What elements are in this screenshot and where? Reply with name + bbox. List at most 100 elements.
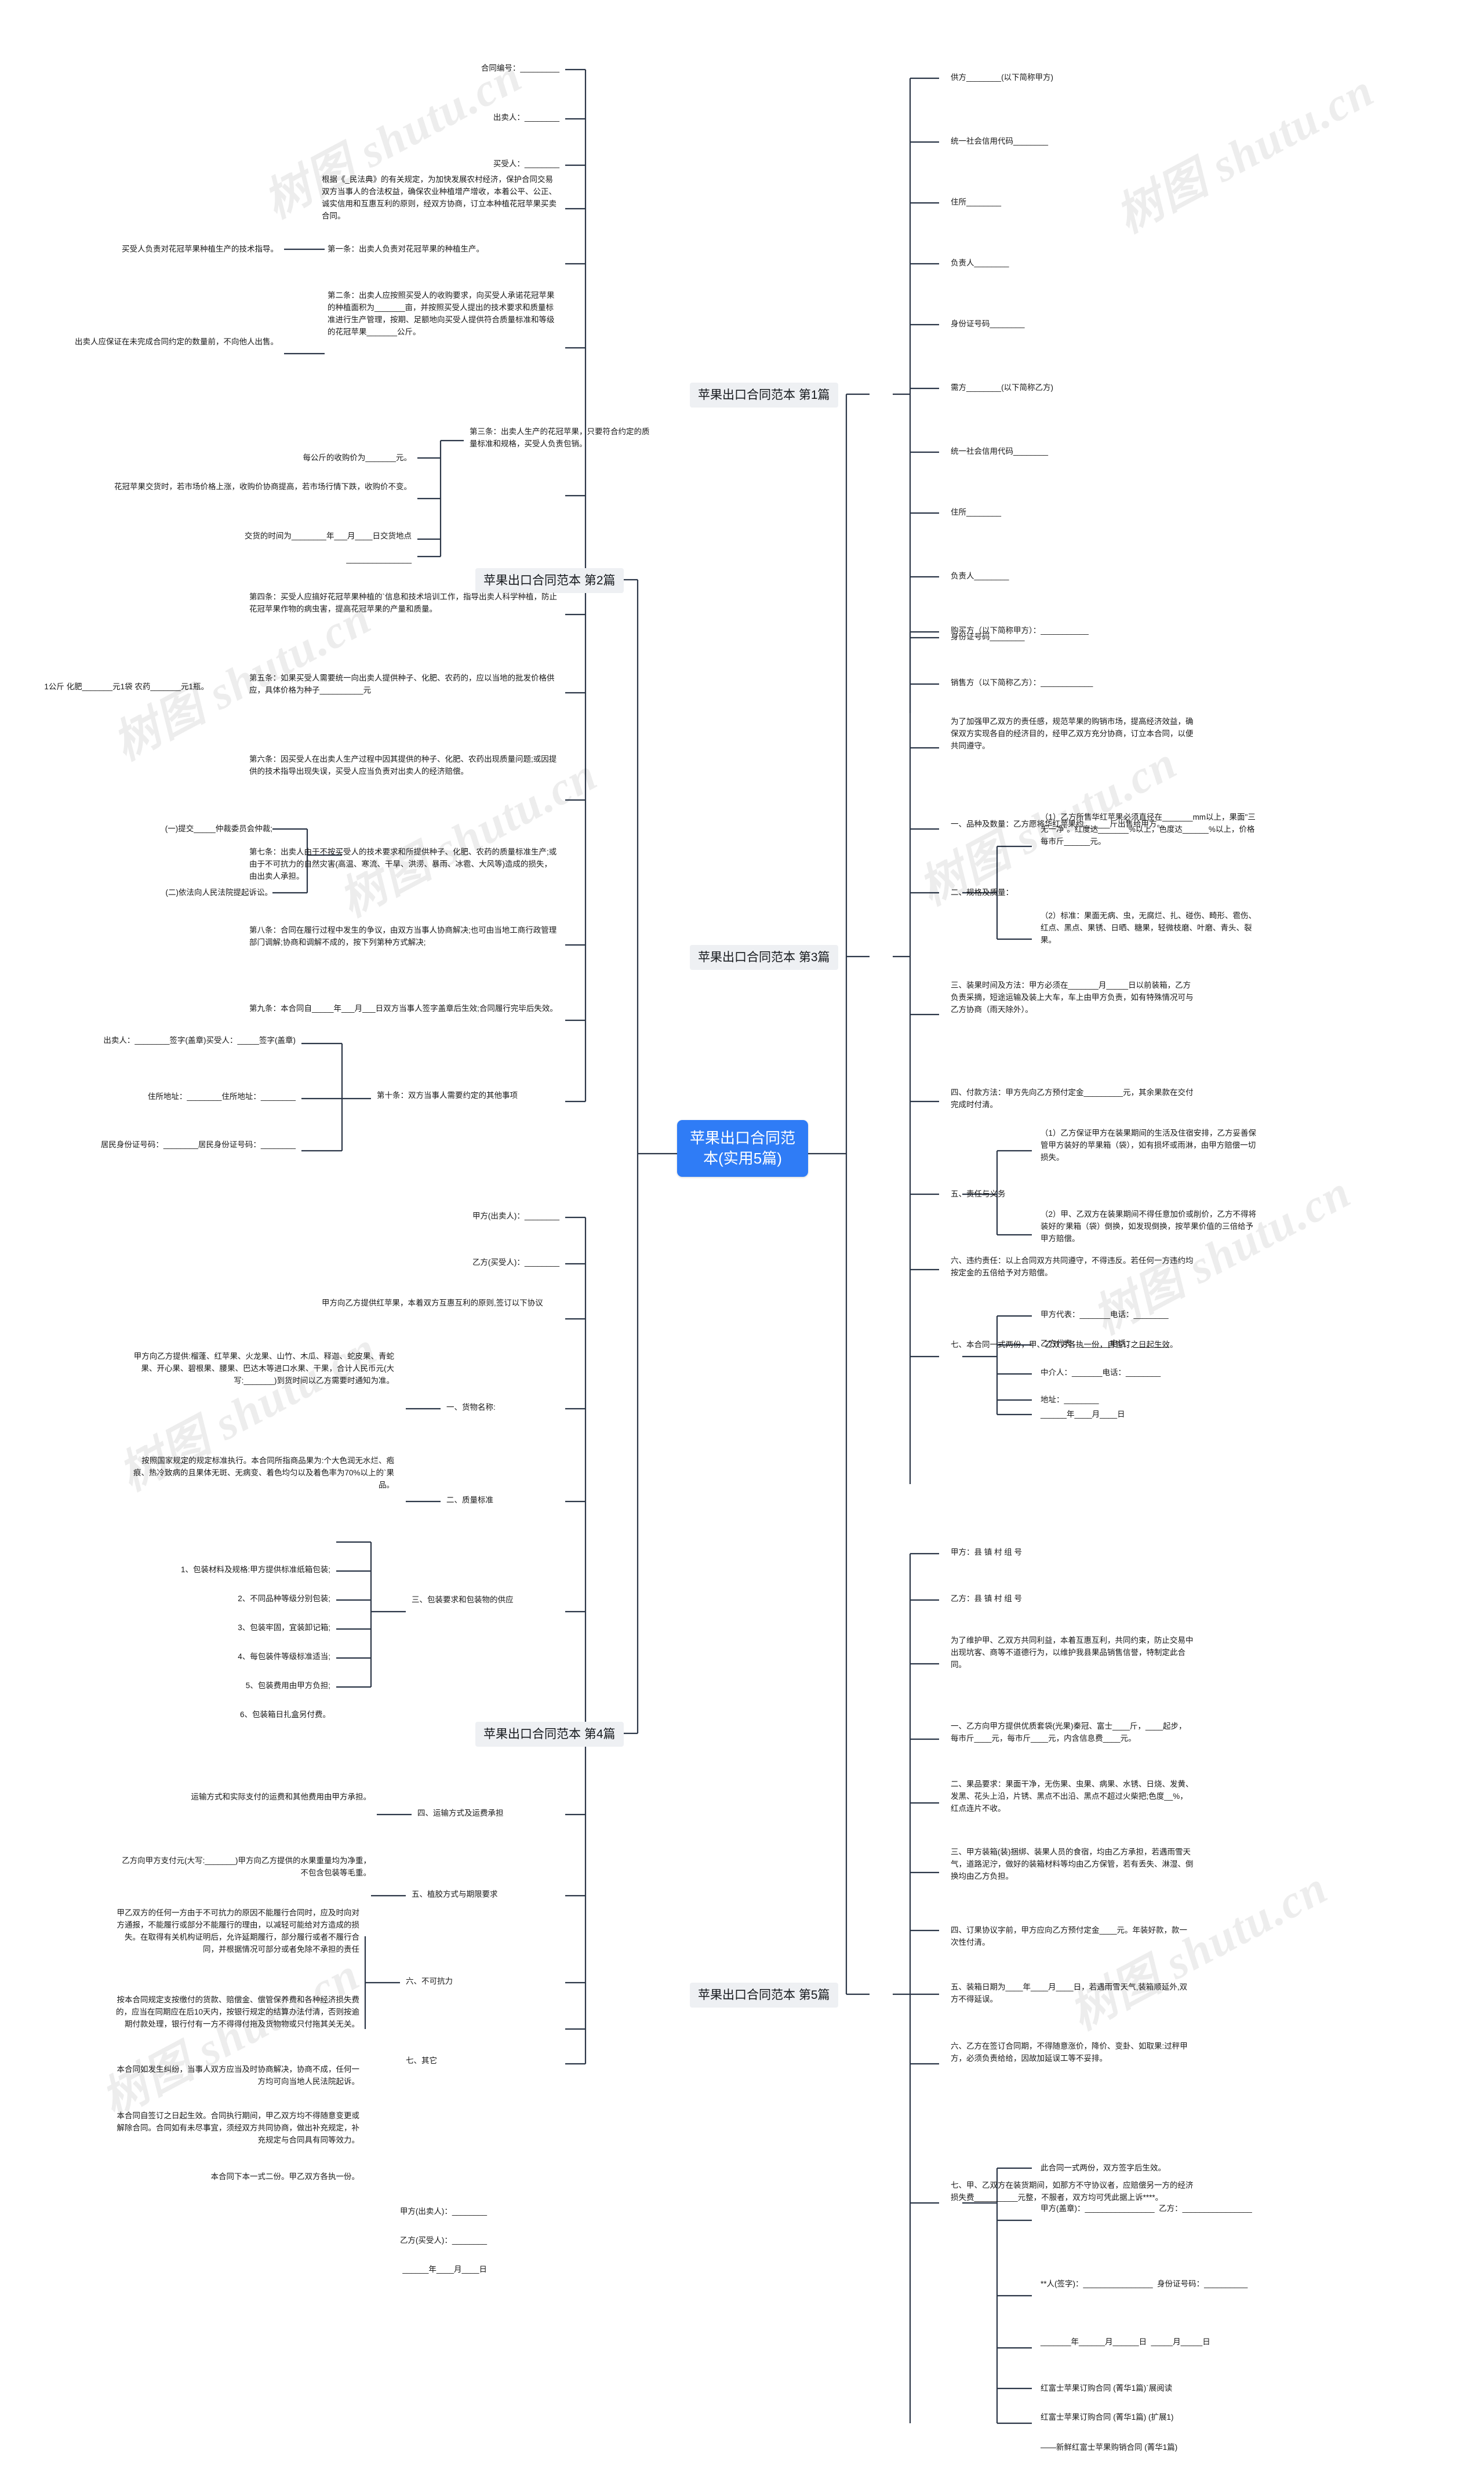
node-article-3-sub-3[interactable]: 交货的时间为________年___月____日交货地点: [32, 530, 412, 543]
node-p4-footer-a[interactable]: 甲方(出卖人)：________: [243, 2206, 487, 2218]
node-p5-preamble[interactable]: 为了维护甲、乙双方共同利益，本着互惠互利，共同约束，防止交易中出现坑客、商等不道…: [951, 1635, 1194, 1671]
node-p1-item-7[interactable]: 统一社会信用代码________: [951, 446, 1252, 458]
node-article-2-sub[interactable]: 出卖人应保证在未完成合同约定的数量前，不向他人出售。: [41, 336, 278, 348]
topic-piece-3[interactable]: 苹果出口合同范本 第3篇: [690, 945, 838, 970]
node-buyer-head[interactable]: 买受人：________: [322, 158, 559, 170]
node-p3-sec7-item-1[interactable]: 甲方代表：_______电话：________: [1041, 1309, 1261, 1321]
node-p3-sec3[interactable]: 三、装果时间及方法：甲方必须在_______月_____日以前装箱，乙方负责采摘…: [951, 980, 1194, 1016]
node-p1-item-2[interactable]: 统一社会信用代码________: [951, 136, 1252, 148]
node-p4-sec1-label[interactable]: 一、货物名称:: [446, 1402, 559, 1414]
node-p5-related-1[interactable]: 红富士苹果订购合同 (菁华1篇)`展阅读: [1041, 2383, 1284, 2395]
node-p4-party-b[interactable]: 乙方(买受人)：________: [322, 1257, 559, 1269]
node-p4-sec5-label[interactable]: 五、植胶方式与期限要求: [412, 1889, 559, 1901]
node-article-8-sub-2[interactable]: (二)依法向人民法院提起诉讼。: [81, 887, 273, 899]
node-article-8-sub-1[interactable]: (一)提交_____仲裁委员会仲裁;: [81, 823, 272, 835]
node-article-10-sub-2[interactable]: 住所地址：________住所地址：________: [64, 1091, 296, 1103]
node-p4-sec4-text[interactable]: 运输方式和实际支付的运费和其他费用由甲方承担。: [116, 1791, 372, 1804]
node-seller-head[interactable]: 出卖人：________: [322, 112, 559, 124]
node-p5-related-3[interactable]: ——新鲜红富士苹果购销合同 (菁华1篇): [1041, 2442, 1284, 2454]
node-article-8[interactable]: 第八条：合同在履行过程中发生的争议，由双方当事人协商解决;也可由当地工商行政管理…: [249, 925, 559, 949]
node-p4-sec3-item-6[interactable]: 6、包装箱日扎盒另付费。: [87, 1709, 330, 1721]
node-article-1-sub[interactable]: 买受人负责对花冠苹果种植生产的技术指导。: [41, 243, 278, 256]
node-p1-item-4[interactable]: 负责人________: [951, 257, 1252, 270]
node-p3-sec7-item-4[interactable]: 地址：________: [1041, 1394, 1261, 1406]
node-p4-sec3-label[interactable]: 三、包装要求和包装物的供应: [412, 1594, 559, 1606]
node-article-2[interactable]: 第二条：出卖人应按照买受人的收购要求，向买受人承诺花冠苹果的种植面积为_____…: [328, 290, 559, 339]
node-p4-sec5-text[interactable]: 乙方向甲方支付元(大写:_______)甲方向乙方提供的水果重量均为净重，不包含…: [116, 1855, 371, 1879]
node-article-10-sub-1[interactable]: 出卖人：________签字(盖章)买受人：_____签字(盖章): [64, 1035, 296, 1047]
node-p4-sec2-text[interactable]: 按照国家规定的规定标准执行。本合同所指商品果为:个大色润无水烂、疱痕、热冷致病的…: [133, 1455, 394, 1492]
node-p4-sec2-label[interactable]: 二、质量标准: [446, 1495, 559, 1507]
node-article-5[interactable]: 第五条：如果买受人需要统一向出卖人提供种子、化肥、农药的，应以当地的批发价格供应…: [249, 672, 559, 697]
node-p1-item-6[interactable]: 需方________(以下简称乙方): [951, 382, 1252, 394]
node-p5-sec1[interactable]: 一、乙方向甲方提供优质套袋(光果)秦冠、富士____斤，____起步，每市斤__…: [951, 1721, 1194, 1745]
topic-piece-4[interactable]: 苹果出口合同范本 第4篇: [475, 1722, 624, 1747]
node-p3-sec4[interactable]: 四、付款方法：甲方先向乙方预付定金_________元，其余果款在交付完成时付清…: [951, 1087, 1194, 1111]
node-p5-party-b[interactable]: 乙方：县 镇 村 组 号: [951, 1593, 1194, 1605]
node-p4-preamble[interactable]: 甲方向乙方提供红苹果，本着双方互惠互利的原则,签订以下协议: [322, 1297, 559, 1310]
node-p5-footer-2[interactable]: **人(签字)：________________ 身份证号码：_________…: [1041, 2278, 1261, 2290]
node-p3-preamble[interactable]: 为了加强甲乙双方的责任感，规范苹果的购销市场，提高经济效益，确保双方实现各自的经…: [951, 716, 1194, 752]
node-p4-sec4-label[interactable]: 四、运输方式及运费承担: [417, 1808, 559, 1820]
node-p3-sec5-item-2[interactable]: （2）甲、乙双方在装果期间不得任意加价或削价，乙方不得将装好的'果箱（袋）倒换，…: [1041, 1209, 1261, 1245]
node-p5-sec2[interactable]: 二、果品要求：果面干净，无伤果、虫果、病果、水锈、日烧、发黄、发黑、花头上沿，片…: [951, 1779, 1194, 1815]
node-p3-sec2-item-1[interactable]: （1）乙方所售华红苹果必须直径在_______mm以上，果面"三无一净"。红度达…: [1041, 812, 1261, 848]
node-article-3-sub-4[interactable]: _______________: [174, 554, 412, 566]
node-p4-sec7-item-3[interactable]: 本合同自签订之日起生效。合同执行期间，甲乙双方均不得随意变更或解除合同。合同如有…: [116, 2110, 360, 2147]
node-p5-party-a[interactable]: 甲方：县 镇 村 组 号: [951, 1547, 1194, 1559]
node-p4-footer-b[interactable]: 乙方(买受人)：________: [243, 2235, 487, 2247]
node-p3-buyer[interactable]: 购买方（以下简称甲方）：___________: [951, 625, 1264, 637]
node-p5-footer-1[interactable]: 甲方(盖章)：________________ 乙方：_____________…: [1041, 2203, 1261, 2215]
topic-piece-2[interactable]: 苹果出口合同范本 第2篇: [475, 568, 624, 594]
node-p4-sec6-label[interactable]: 六、不可抗力: [406, 1976, 559, 1988]
node-article-10-sub-3[interactable]: 居民身份证号码：________居民身份证号码：________: [64, 1139, 296, 1151]
node-p1-item-3[interactable]: 住所________: [951, 197, 1252, 209]
node-article-3-sub-2[interactable]: 花冠苹果交货时，若市场价格上涨，收购价协商提高，若市场行情下跌，收购价不变。: [32, 481, 412, 493]
node-p5-sec4[interactable]: 四、订果协议字前，甲方应向乙方预付定金____元。年装好款，款一次性付清。: [951, 1925, 1194, 1949]
node-p1-item-5[interactable]: 身份证号码________: [951, 318, 1252, 330]
node-p3-sec5-label[interactable]: 五、责任与义务: [951, 1188, 1067, 1201]
node-contract-number[interactable]: 合同编号：_________: [322, 63, 559, 75]
node-p4-party-a[interactable]: 甲方(出卖人)：________: [322, 1210, 559, 1223]
node-p3-sec2-item-2[interactable]: （2）标准：果面无病、虫，无腐烂、扎、碰伤、畸形、雹伤、红点、黑点、果锈、日晒、…: [1041, 910, 1261, 947]
node-p3-sec7-item-3[interactable]: 中介人：_______电话：________: [1041, 1367, 1261, 1379]
node-p4-sec3-item-4[interactable]: 4、每包装件等级标准适当;: [87, 1651, 330, 1663]
node-article-10[interactable]: 第十条：双方当事人需要约定的其他事项: [377, 1090, 559, 1102]
node-p4-sec3-item-2[interactable]: 2、不同品种等级分别包装;: [87, 1593, 330, 1605]
node-p4-footer-date[interactable]: ______年____月____日: [243, 2264, 487, 2276]
node-p5-footer-head[interactable]: 此合同一式两份，双方签字后生效。: [1041, 2162, 1261, 2175]
topic-piece-5[interactable]: 苹果出口合同范本 第5篇: [690, 1983, 838, 2008]
node-p1-item-8[interactable]: 住所________: [951, 507, 1252, 519]
node-p1-item-9[interactable]: 负责人________: [951, 570, 1252, 583]
node-p1-item-1[interactable]: 供方________(以下简称甲方): [951, 72, 1252, 84]
node-p5-sec3[interactable]: 三、甲方装箱(装)捆绑、装果人员的食宿，均由乙方承担，若遇雨雪天气，道路泥泞，做…: [951, 1846, 1194, 1883]
node-p4-sec3-item-3[interactable]: 3、包装牢固，宜装卸记箱;: [87, 1622, 330, 1634]
node-article-7[interactable]: 第七条：出卖人由于不按买受人的技术要求和所提供种子、化肥、农药的质量标准生产;或…: [249, 846, 559, 883]
node-p3-sec2-label[interactable]: 二、规格及质量：: [951, 887, 1067, 899]
topic-piece-1[interactable]: 苹果出口合同范本 第1篇: [690, 383, 838, 408]
node-p3-sec6[interactable]: 六、违约责任：以上合同双方共同遵守，不得违反。若任何一方违约均按定金的五倍给予对…: [951, 1255, 1194, 1279]
node-p3-sec7-item-2[interactable]: 乙方代表：_______电话：________: [1041, 1338, 1261, 1350]
node-p4-sec7-item-1[interactable]: 按本合同规定支按缴付的货款、赔偿金、偿管保养费和各种经济损失费的，应当在同期应在…: [116, 1994, 359, 2031]
node-p4-sec3-item-5[interactable]: 5、包装费用由甲方负担;: [87, 1680, 330, 1692]
node-article-5-sub[interactable]: 1公斤 化肥_______元1袋 农药_______元1瓶。: [35, 681, 209, 693]
root-node[interactable]: 苹果出口合同范本(实用5篇): [677, 1120, 808, 1177]
node-p4-sec1-text[interactable]: 甲方向乙方提供:榴蓬、红苹果、火龙果、山竹、木瓜、释迦、蛇皮果、青蛇果、开心果、…: [133, 1351, 394, 1387]
node-p5-sec5[interactable]: 五、装箱日期为____年____月____日，若遇雨雪天气,装箱顺延外,双方不得…: [951, 1981, 1194, 2006]
node-article-3[interactable]: 第三条：出卖人生产的花冠苹果，只要符合约定的质量标准和规格，买受人负责包销。: [470, 426, 655, 450]
node-p4-sec3-item-1[interactable]: 1、包装材料及规格:甲方提供标准纸箱包装;: [87, 1564, 330, 1576]
node-article-4[interactable]: 第四条：买受人应搞好花冠苹果种植的`信息和技术培训工作，指导出卖人科学种植，防止…: [249, 591, 559, 616]
node-p5-sec6[interactable]: 六、乙方在签订合同期，不得随意涨价，降价、变卦、如取果:过秤甲方，必须负责给给，…: [951, 2041, 1194, 2065]
node-p4-sec7-item-2[interactable]: 本合同如发生纠纷，当事人双方应当及时协商解决，协商不成，任何一方均可向当地人民法…: [116, 2064, 360, 2088]
node-article-9[interactable]: 第九条：本合同自_____年___月___日双方当事人签字盖章后生效;合同履行完…: [249, 1003, 559, 1015]
node-p3-seller[interactable]: 销售方（以下简称乙方）：____________: [951, 677, 1264, 689]
node-p3-sec7-item-5[interactable]: ______年____月____日: [1041, 1409, 1261, 1421]
node-p5-sec7[interactable]: 七、甲、乙双方在装货期间，如那方不守协议者，应赔偿另一方的经济损失费______…: [951, 2180, 1194, 2204]
node-preamble[interactable]: 根据《_民法典》的有关规定，为加快发展农村经济，保护合同交易双方当事人的合法权益…: [322, 174, 559, 223]
node-p5-related-2[interactable]: 红富士苹果订购合同 (菁华1篇) (扩展1): [1041, 2412, 1284, 2424]
node-p5-footer-3[interactable]: _______年______月______日 _____月_____日: [1041, 2336, 1261, 2348]
node-p4-sec6-text[interactable]: 甲乙双方的任何一方由于不可抗力的原因不能履行合同时，应及时向对方通报，不能履行或…: [116, 1907, 360, 1956]
node-p3-sec5-item-1[interactable]: （1）乙方保证甲方在装果期间的生活及住宿安排，乙方妥善保管甲方装好的苹果箱（袋）…: [1041, 1128, 1261, 1164]
node-article-6[interactable]: 第六条：因买受人在出卖人生产过程中因其提供的种子、化肥、农药出现质量问题;或因提…: [249, 754, 559, 778]
node-article-1[interactable]: 第一条：出卖人负责对花冠苹果的种植生产。: [328, 243, 559, 256]
